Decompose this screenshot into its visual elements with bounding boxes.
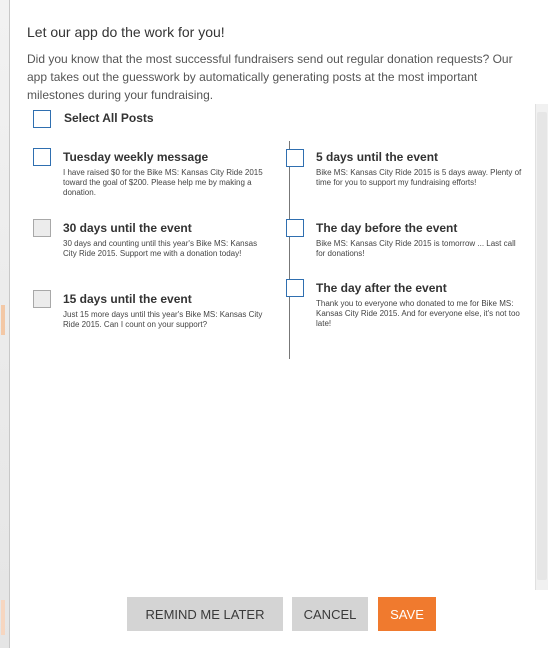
post-title: The day after the event bbox=[316, 281, 447, 295]
post-body: I have raised $0 for the Bike MS: Kansas… bbox=[63, 168, 263, 197]
post-body: Bike MS: Kansas City Ride 2015 is 5 days… bbox=[316, 168, 522, 187]
remind-me-later-button[interactable]: REMIND ME LATER bbox=[127, 597, 283, 631]
cancel-button[interactable]: CANCEL bbox=[292, 597, 368, 631]
scrollbar[interactable] bbox=[535, 104, 548, 590]
select-all-checkbox[interactable] bbox=[33, 110, 51, 128]
background-mark bbox=[1, 600, 5, 635]
post-body: Just 15 more days until this year's Bike… bbox=[63, 310, 263, 329]
post-title: 5 days until the event bbox=[316, 150, 439, 164]
scrollbar-thumb[interactable] bbox=[537, 112, 547, 580]
post-title: 30 days until the event bbox=[63, 221, 192, 235]
post-title: The day before the event bbox=[316, 221, 458, 235]
post-body: 30 days and counting until this year's B… bbox=[63, 239, 258, 258]
post-checkbox-day-before[interactable] bbox=[286, 219, 304, 237]
post-checkbox-5-days[interactable] bbox=[286, 149, 304, 167]
post-setup-dialog: Let our app do the work for you! Did you… bbox=[9, 0, 553, 648]
post-checkbox-15-days[interactable] bbox=[33, 290, 51, 308]
post-title: Tuesday weekly message bbox=[63, 150, 209, 164]
post-checkbox-day-after[interactable] bbox=[286, 279, 304, 297]
save-button[interactable]: SAVE bbox=[378, 597, 436, 631]
dialog-intro: Did you know that the most successful fu… bbox=[27, 52, 513, 102]
post-checkbox-tuesday-weekly[interactable] bbox=[33, 148, 51, 166]
post-title: 15 days until the event bbox=[63, 292, 192, 306]
background-strip bbox=[0, 0, 9, 648]
post-checkbox-30-days[interactable] bbox=[33, 219, 51, 237]
post-body: Bike MS: Kansas City Ride 2015 is tomorr… bbox=[316, 239, 516, 258]
background-mark bbox=[1, 305, 5, 335]
column-divider bbox=[289, 141, 290, 359]
post-body: Thank you to everyone who donated to me … bbox=[316, 299, 520, 328]
select-all-label: Select All Posts bbox=[64, 111, 154, 125]
dialog-title: Let our app do the work for you! bbox=[27, 24, 225, 40]
